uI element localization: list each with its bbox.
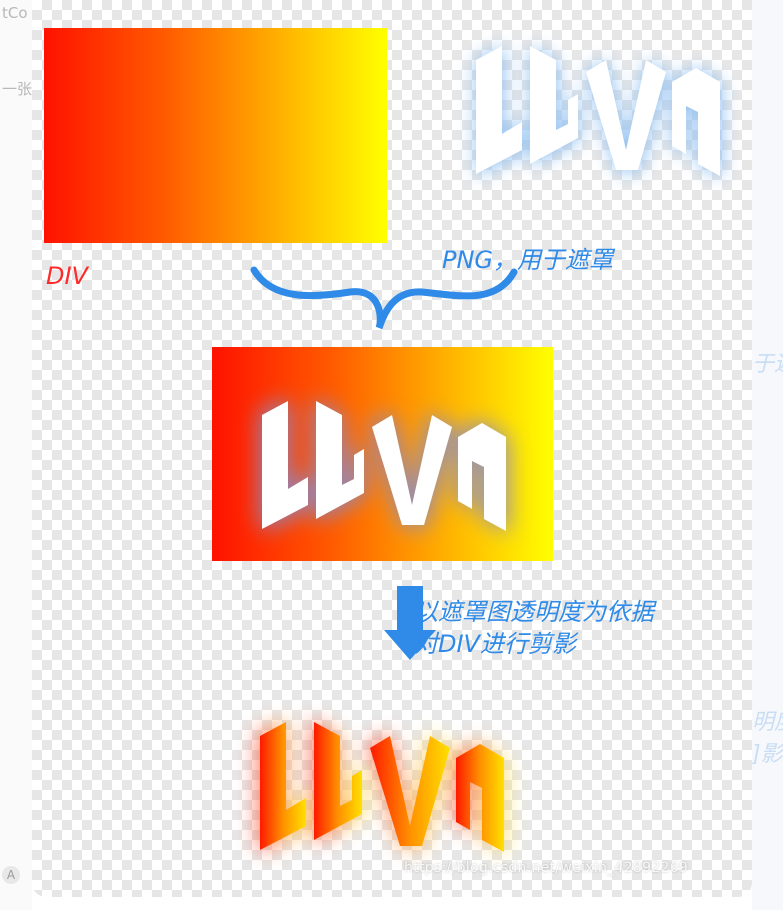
step-label-line-2: 对DIV进行剪影	[414, 630, 576, 658]
background-avatar: A	[2, 866, 20, 884]
background-text-fragment: 明度	[752, 710, 783, 735]
background-text-fragment: 一张	[2, 80, 33, 98]
mask-diagram-figure: DIV PNG，用于遮罩 以遮罩图透明度为依据 对DIV进行剪影 https:/…	[32, 0, 752, 897]
background-page-right: 于遮 明度 ]影	[752, 0, 783, 910]
background-page-left	[0, 0, 32, 910]
background-text-fragment: tCo	[2, 4, 28, 22]
step-label-line-1: 以遮罩图透明度为依据	[414, 598, 654, 626]
overlay-layer	[257, 398, 509, 855]
clipped-result-image	[257, 719, 507, 855]
watermark-text: https://blog.csdn.net/weixin_42892269	[404, 860, 689, 876]
background-text-fragment: 于遮	[752, 352, 783, 377]
background-text-fragment: ]影	[752, 742, 783, 767]
